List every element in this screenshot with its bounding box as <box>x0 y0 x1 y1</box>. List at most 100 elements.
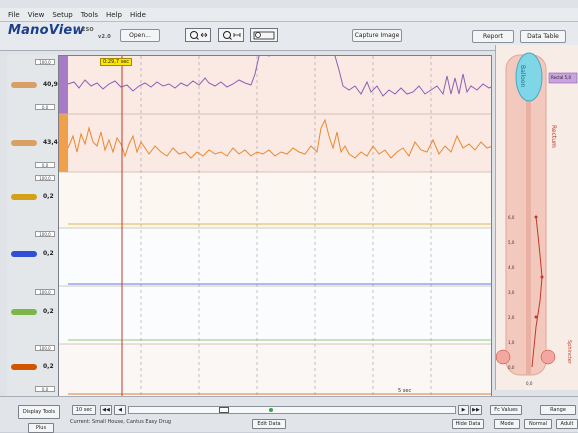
channel-row-basal[interactable]: 100,0 40,9 0,0 <box>7 54 64 112</box>
fc-values-button[interactable]: Fc Values <box>490 405 522 415</box>
toolbar: ManoView ESO v2.0 Open... Capture Image … <box>0 22 578 51</box>
adult-button[interactable]: Adult <box>556 419 578 429</box>
step-back-button[interactable]: ◀ <box>114 405 126 415</box>
step-forward-button[interactable]: ▶ <box>458 405 469 415</box>
channel-badge <box>11 82 37 88</box>
depth-6: 6,0 <box>508 215 515 220</box>
scale-bottom[interactable]: 0,0 <box>35 104 55 110</box>
manoview-window: File View Setup Tools Help Hide ManoView… <box>0 0 578 433</box>
step-back-icon: ◀ <box>118 407 122 413</box>
sphincter-label: Sphincter <box>566 340 572 364</box>
step-forward-icon: ▶ <box>461 407 466 413</box>
channel-column: 100,0 40,9 0,0 43,4 0,0 100,0 0,2 100,0 … <box>7 54 64 399</box>
zoom-out-icon <box>223 31 241 40</box>
balloon-label: Balloon <box>519 65 526 88</box>
display-tools-button[interactable]: Display Tools <box>18 405 60 419</box>
mode-button[interactable]: Mode <box>494 419 520 429</box>
depth-5: 5,0 <box>508 240 515 245</box>
channel-value: 40,9 <box>43 81 58 88</box>
skip-forward-button[interactable]: ▶▶ <box>470 405 482 415</box>
rectal-badge-text: Rectal 5,0 <box>551 75 572 80</box>
range-button[interactable]: Range <box>540 405 576 415</box>
band-3 <box>59 172 491 228</box>
depth-2: 2,0 <box>508 315 515 320</box>
fit-view-button[interactable] <box>250 28 278 42</box>
channel-value: 0,2 <box>43 363 54 370</box>
event-marker <box>269 408 273 412</box>
trace-plot[interactable] <box>58 55 492 397</box>
scale-top[interactable]: 100,0 <box>35 289 55 295</box>
zoom-in-icon <box>190 31 208 40</box>
channel-value: 43,4 <box>43 139 58 146</box>
normal-button[interactable]: Normal <box>524 419 552 429</box>
zoom-in-horizontal-button[interactable] <box>185 28 211 42</box>
catheter <box>526 85 531 375</box>
scrollbar-thumb[interactable] <box>219 407 229 413</box>
band-distal <box>59 114 491 172</box>
scale-top[interactable]: 100,0 <box>35 231 55 237</box>
scale-top[interactable]: 100,0 <box>35 175 55 181</box>
sphincter-right <box>540 349 556 365</box>
edit-data-button[interactable]: Edit Data <box>252 419 286 429</box>
depth-0: 0,0 <box>508 365 515 370</box>
distal-strip <box>59 114 68 172</box>
band-5 <box>59 286 491 344</box>
report-button[interactable]: Report <box>472 30 514 43</box>
basal-strip <box>59 56 68 114</box>
rectum-label: Rectum <box>550 125 557 148</box>
channel-badge <box>11 140 37 146</box>
channel-row-distal[interactable]: 43,4 0,0 <box>7 112 64 170</box>
anatomy-footer: 0,0 <box>526 381 533 386</box>
channel-row-4[interactable]: 100,0 0,2 <box>7 226 64 284</box>
zoom-time-button[interactable]: 10 sec <box>72 405 96 415</box>
depth-1: 1,0 <box>508 340 515 345</box>
app-logo: ManoView ESO v2.0 <box>8 23 111 40</box>
data-table-button[interactable]: Data Table <box>520 30 566 43</box>
menu-bar: File View Setup Tools Help Hide <box>0 8 578 22</box>
cursor-time-label: 0:29,7 sec <box>100 58 133 66</box>
scale-top[interactable]: 100,0 <box>35 59 55 65</box>
menu-file[interactable]: File <box>8 11 20 19</box>
band-4 <box>59 228 491 286</box>
scale-bottom[interactable]: 0,0 <box>35 162 55 168</box>
channel-row-5[interactable]: 100,0 0,2 <box>7 284 64 342</box>
anatomy-panel: Balloon Rectal 5,0 Rectum Sphincter 6,0 … <box>495 45 578 390</box>
channel-badge <box>11 251 37 257</box>
trace-svg <box>59 56 491 396</box>
channel-row-6[interactable]: 100,0 0,2 0,0 <box>7 342 64 398</box>
status-text: Current: Small House, Cantus Easy Drug <box>70 419 172 425</box>
depth-3: 3,0 <box>508 290 515 295</box>
menu-tools[interactable]: Tools <box>81 11 98 19</box>
channel-badge <box>11 194 37 200</box>
logo-version: v2.0 <box>98 34 111 40</box>
fit-view-icon <box>253 31 275 40</box>
menu-setup[interactable]: Setup <box>52 11 72 19</box>
channel-value: 0,2 <box>43 193 54 200</box>
skip-back-button[interactable]: ◀◀ <box>100 405 112 415</box>
logo-text: ManoView <box>8 23 85 38</box>
time-scrollbar[interactable] <box>128 406 456 414</box>
channel-badge <box>11 309 37 315</box>
hide-data-button[interactable]: Hide Data <box>452 419 484 429</box>
time-scale-label: 5 sec <box>398 388 412 394</box>
depth-4: 4,0 <box>508 265 515 270</box>
open-button[interactable]: Open... <box>120 29 160 42</box>
capture-image-button[interactable]: Capture Image <box>352 29 402 42</box>
channel-badge <box>11 364 37 370</box>
menu-hide[interactable]: Hide <box>130 11 146 19</box>
logo-sub: ESO <box>82 27 94 33</box>
scale-top[interactable]: 100,0 <box>35 345 55 351</box>
channel-value: 0,2 <box>43 250 54 257</box>
channel-row-3[interactable]: 100,0 0,2 <box>7 170 64 226</box>
menu-view[interactable]: View <box>28 11 45 19</box>
skip-back-icon: ◀◀ <box>102 407 110 413</box>
zoom-out-horizontal-button[interactable] <box>218 28 244 42</box>
channel-value: 0,2 <box>43 308 54 315</box>
plus-button[interactable]: Plus <box>28 423 54 433</box>
sphincter-left <box>495 349 511 365</box>
bottom-bar: Display Tools Plus 10 sec ◀◀ ◀ ▶ ▶▶ Fc V… <box>0 396 578 433</box>
skip-forward-icon: ▶▶ <box>472 407 480 413</box>
menu-help[interactable]: Help <box>106 11 122 19</box>
scale-bottom[interactable]: 0,0 <box>35 386 55 392</box>
band-6 <box>59 344 491 396</box>
